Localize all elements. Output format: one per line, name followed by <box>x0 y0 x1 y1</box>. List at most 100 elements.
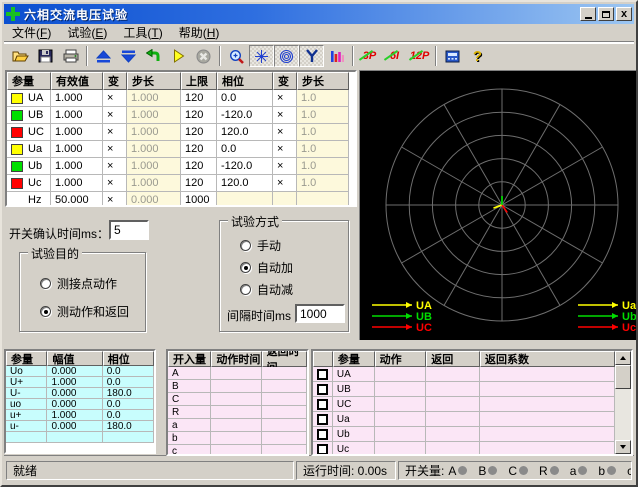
bar-chart-button[interactable] <box>324 45 349 67</box>
menu-item-e[interactable]: 试验(E) <box>59 23 115 42</box>
vary-toggle-cell[interactable]: × <box>103 107 127 124</box>
vary-toggle-cell[interactable]: × <box>103 192 127 207</box>
limit-value-cell[interactable]: 120 <box>181 141 217 158</box>
stop-test-button[interactable] <box>191 45 216 67</box>
save-button[interactable] <box>33 45 58 67</box>
phase-value-cell[interactable]: 120.0 <box>217 175 273 192</box>
phase-value-cell[interactable] <box>217 192 273 207</box>
column-header[interactable]: 相位 <box>103 351 154 366</box>
limit-value-cell[interactable]: 1000 <box>181 192 217 207</box>
scroll-up-button[interactable] <box>615 351 631 365</box>
column-header[interactable]: 动作时间 <box>211 351 261 367</box>
phase-step-cell[interactable]: 1.0 <box>297 90 349 107</box>
phase-step-cell[interactable]: 1.0 <box>297 158 349 175</box>
rms-value-cell[interactable]: 1.000 <box>51 158 103 175</box>
limit-value-cell[interactable]: 120 <box>181 175 217 192</box>
phase-value-cell[interactable]: 0.0 <box>217 141 273 158</box>
start-test-button[interactable] <box>166 45 191 67</box>
zoom-button[interactable] <box>224 45 249 67</box>
spiral-view-button[interactable] <box>274 45 299 67</box>
limit-value-cell[interactable]: 120 <box>181 158 217 175</box>
step-value-cell[interactable]: 1.000 <box>127 107 181 124</box>
minimize-button[interactable] <box>580 7 596 21</box>
phase-value-cell[interactable]: 0.0 <box>217 90 273 107</box>
vary-toggle-cell[interactable]: × <box>273 175 297 192</box>
column-header[interactable]: 返回系数 <box>480 351 615 367</box>
menu-item-t[interactable]: 工具(T) <box>115 23 170 42</box>
close-button[interactable]: x <box>616 7 632 21</box>
print-button[interactable] <box>58 45 83 67</box>
row-checkbox[interactable] <box>317 399 328 410</box>
phasor-view-button[interactable] <box>249 45 274 67</box>
vary-toggle-cell[interactable]: × <box>103 141 127 158</box>
column-header[interactable]: 上限 <box>181 72 217 90</box>
vary-toggle-cell[interactable]: × <box>103 90 127 107</box>
column-header[interactable] <box>313 351 333 367</box>
radio-selected-icon[interactable] <box>240 262 251 273</box>
rms-value-cell[interactable]: 1.000 <box>51 141 103 158</box>
vary-toggle-cell[interactable]: × <box>103 175 127 192</box>
help-button[interactable]: ? <box>465 45 490 67</box>
six-current-button[interactable]: 6I <box>382 45 407 67</box>
interval-input[interactable]: 1000 <box>295 304 345 323</box>
rms-value-cell[interactable]: 1.000 <box>51 107 103 124</box>
three-phase-button[interactable]: 3P <box>357 45 382 67</box>
scroll-thumb[interactable] <box>615 365 631 389</box>
phase-value-cell[interactable]: -120.0 <box>217 158 273 175</box>
step-value-cell[interactable]: 1.000 <box>127 90 181 107</box>
step-up-button[interactable] <box>91 45 116 67</box>
step-down-button[interactable] <box>116 45 141 67</box>
step-value-cell[interactable]: 1.000 <box>127 158 181 175</box>
vary-toggle-cell[interactable]: × <box>103 158 127 175</box>
radio-option[interactable]: 手动 <box>234 237 281 254</box>
menu-item-f[interactable]: 文件(F) <box>4 23 59 42</box>
row-checkbox[interactable] <box>317 429 328 440</box>
column-header[interactable]: 参量 <box>6 351 47 366</box>
vary-toggle-cell[interactable]: × <box>273 90 297 107</box>
step-value-cell[interactable]: 1.000 <box>127 141 181 158</box>
radio-option[interactable]: 自动减 <box>234 281 293 298</box>
vary-toggle-cell[interactable] <box>273 192 297 207</box>
row-checkbox[interactable] <box>317 444 328 455</box>
phase-value-cell[interactable]: 120.0 <box>217 124 273 141</box>
radio-option[interactable]: 测动作和返回 <box>34 303 129 320</box>
rms-value-cell[interactable]: 1.000 <box>51 90 103 107</box>
phase-value-cell[interactable]: -120.0 <box>217 107 273 124</box>
phase-step-cell[interactable]: 1.0 <box>297 175 349 192</box>
column-header[interactable]: 步长 <box>127 72 181 90</box>
row-checkbox[interactable] <box>317 369 328 380</box>
column-header[interactable]: 幅值 <box>47 351 102 366</box>
row-checkbox[interactable] <box>317 384 328 395</box>
phase-step-cell[interactable]: 1.0 <box>297 124 349 141</box>
maximize-button[interactable] <box>598 7 614 21</box>
radio-icon[interactable] <box>40 278 51 289</box>
step-value-cell[interactable]: 1.000 <box>127 175 181 192</box>
limit-value-cell[interactable]: 120 <box>181 90 217 107</box>
rms-value-cell[interactable]: 50.000 <box>51 192 103 207</box>
reset-button[interactable] <box>141 45 166 67</box>
row-checkbox[interactable] <box>317 414 328 425</box>
phase-step-cell[interactable] <box>297 192 349 207</box>
scroll-down-button[interactable] <box>615 440 631 454</box>
radio-icon[interactable] <box>240 240 251 251</box>
switch-confirm-input[interactable]: 5 <box>109 220 149 240</box>
radio-option[interactable]: 测接点动作 <box>34 275 117 292</box>
rms-value-cell[interactable]: 1.000 <box>51 124 103 141</box>
column-header[interactable]: 返回时间 <box>262 351 307 367</box>
limit-value-cell[interactable]: 120 <box>181 124 217 141</box>
step-value-cell[interactable]: 1.000 <box>127 124 181 141</box>
vary-toggle-cell[interactable]: × <box>273 124 297 141</box>
column-header[interactable]: 变 <box>103 72 127 90</box>
radio-option[interactable]: 自动加 <box>234 259 293 276</box>
twelve-phase-button[interactable]: 12P <box>407 45 432 67</box>
step-value-cell[interactable]: 0.000 <box>127 192 181 207</box>
radio-selected-icon[interactable] <box>40 306 51 317</box>
vertical-scrollbar[interactable] <box>615 351 631 454</box>
vary-toggle-cell[interactable]: × <box>103 124 127 141</box>
vary-toggle-cell[interactable]: × <box>273 158 297 175</box>
column-header[interactable]: 开入量 <box>168 351 211 367</box>
column-header[interactable]: 动作 <box>375 351 427 367</box>
column-header[interactable]: 参量 <box>7 72 51 90</box>
open-button[interactable] <box>8 45 33 67</box>
limit-value-cell[interactable]: 120 <box>181 107 217 124</box>
